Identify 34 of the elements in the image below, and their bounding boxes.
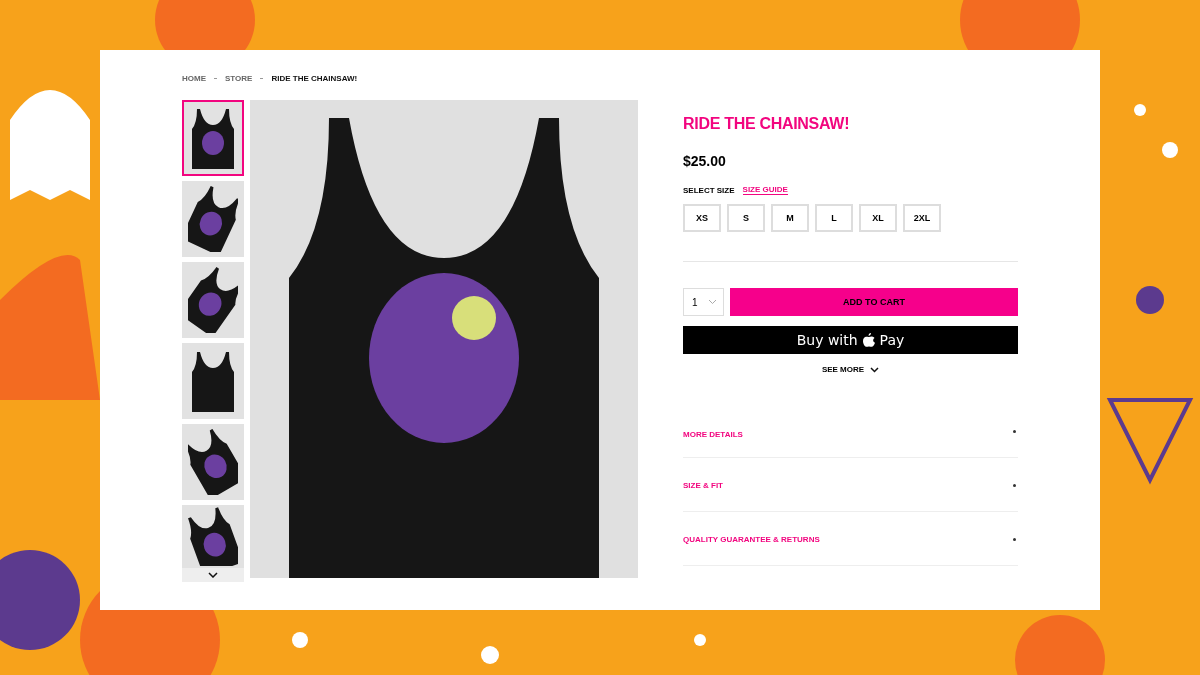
breadcrumb-link[interactable]: STORE bbox=[225, 73, 253, 83]
accordion-header[interactable]: SIZE & FIT bbox=[683, 480, 723, 490]
thumbnail-button[interactable] bbox=[182, 424, 244, 500]
thumbnail-button[interactable] bbox=[182, 100, 244, 176]
breadcrumb-current: RIDE THE CHAINSAW! bbox=[271, 73, 358, 83]
size-option[interactable]: S bbox=[727, 204, 765, 232]
size-guide-link[interactable]: SIZE GUIDE bbox=[742, 185, 788, 195]
size-option[interactable]: L bbox=[815, 204, 853, 232]
dot-icon bbox=[1013, 537, 1016, 541]
chevron-down-icon bbox=[870, 366, 880, 373]
thumbnail-button[interactable] bbox=[182, 181, 244, 257]
size-label: SELECT SIZE bbox=[683, 185, 735, 195]
size-option[interactable]: 2XL bbox=[903, 204, 941, 232]
accordion-header[interactable]: MORE DETAILS bbox=[683, 430, 743, 439]
chevron-down-icon bbox=[208, 572, 218, 578]
size-option[interactable]: XL bbox=[859, 204, 897, 232]
dot-icon bbox=[1013, 483, 1016, 487]
breadcrumb-link[interactable]: HOME bbox=[182, 73, 206, 83]
apple-pay-button[interactable]: Buy with Pay bbox=[683, 326, 1018, 354]
product-title: RIDE THE CHAINSAW! bbox=[683, 115, 851, 133]
quantity-select[interactable]: 1 bbox=[683, 288, 724, 316]
see-more-button[interactable]: SEE MORE bbox=[683, 364, 1018, 375]
thumbnail-button[interactable] bbox=[182, 505, 244, 568]
thumbnail-button[interactable] bbox=[182, 262, 244, 338]
product-price: $25.00 bbox=[683, 153, 727, 169]
thumbnail-button[interactable] bbox=[182, 343, 244, 419]
add-to-cart-button[interactable]: ADD TO CART bbox=[730, 288, 1018, 316]
chevron-down-icon bbox=[708, 299, 717, 305]
accordion-header[interactable]: QUALITY GUARANTEE & RETURNS bbox=[683, 534, 820, 544]
size-option[interactable]: M bbox=[771, 204, 809, 232]
dot-icon bbox=[1013, 430, 1016, 433]
apple-icon bbox=[862, 333, 875, 347]
scroll-down-button[interactable] bbox=[182, 568, 244, 582]
size-option[interactable]: XS bbox=[683, 204, 721, 232]
